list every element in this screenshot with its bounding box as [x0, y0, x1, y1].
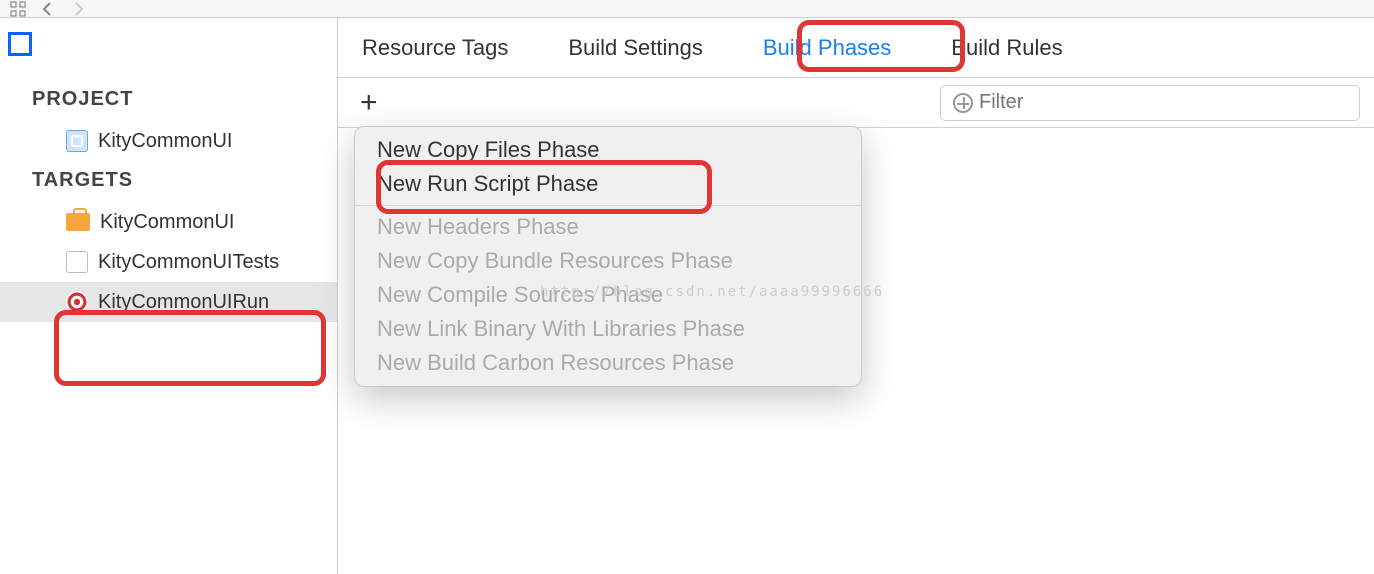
tab-build-settings[interactable]: Build Settings	[568, 23, 703, 73]
project-item[interactable]: KityCommonUI	[0, 121, 337, 161]
tab-build-rules[interactable]: Build Rules	[951, 23, 1062, 73]
top-toolbar	[0, 0, 1374, 18]
annotation-highlight-target	[54, 310, 326, 386]
filter-bar: +	[338, 78, 1374, 128]
menu-headers: New Headers Phase	[355, 210, 861, 244]
project-name-label: KityCommonUI	[98, 130, 232, 153]
sidebar: PROJECT KityCommonUI TARGETS KityCommonU…	[0, 18, 338, 574]
app-target-icon	[66, 213, 90, 231]
watermark-text: http://blog.csdn.net/aaaa99996666	[540, 284, 884, 300]
target-item-main[interactable]: KityCommonUI	[0, 202, 337, 242]
targets-section-header: TARGETS	[0, 161, 337, 202]
annotation-highlight-tab	[797, 20, 965, 72]
test-target-icon	[66, 251, 88, 273]
filter-icon	[953, 93, 973, 113]
project-section-header: PROJECT	[0, 80, 337, 121]
menu-link-binary: New Link Binary With Libraries Phase	[355, 312, 861, 346]
add-phase-button[interactable]: +	[352, 88, 386, 118]
grid-icon[interactable]	[10, 1, 26, 17]
chevron-right-icon[interactable]	[70, 1, 86, 17]
target-label: KityCommonUI	[100, 211, 234, 234]
sidebar-toggle-icon[interactable]	[8, 32, 32, 56]
target-item-tests[interactable]: KityCommonUITests	[0, 242, 337, 282]
menu-copy-bundle: New Copy Bundle Resources Phase	[355, 244, 861, 278]
target-label: KityCommonUITests	[98, 251, 279, 274]
annotation-highlight-menu	[376, 160, 712, 214]
chevron-left-icon[interactable]	[40, 1, 56, 17]
filter-input[interactable]	[979, 91, 1347, 114]
project-icon	[66, 130, 88, 152]
filter-field-wrap[interactable]	[940, 85, 1360, 121]
tab-resource-tags[interactable]: Resource Tags	[362, 23, 508, 73]
menu-carbon: New Build Carbon Resources Phase	[355, 346, 861, 380]
